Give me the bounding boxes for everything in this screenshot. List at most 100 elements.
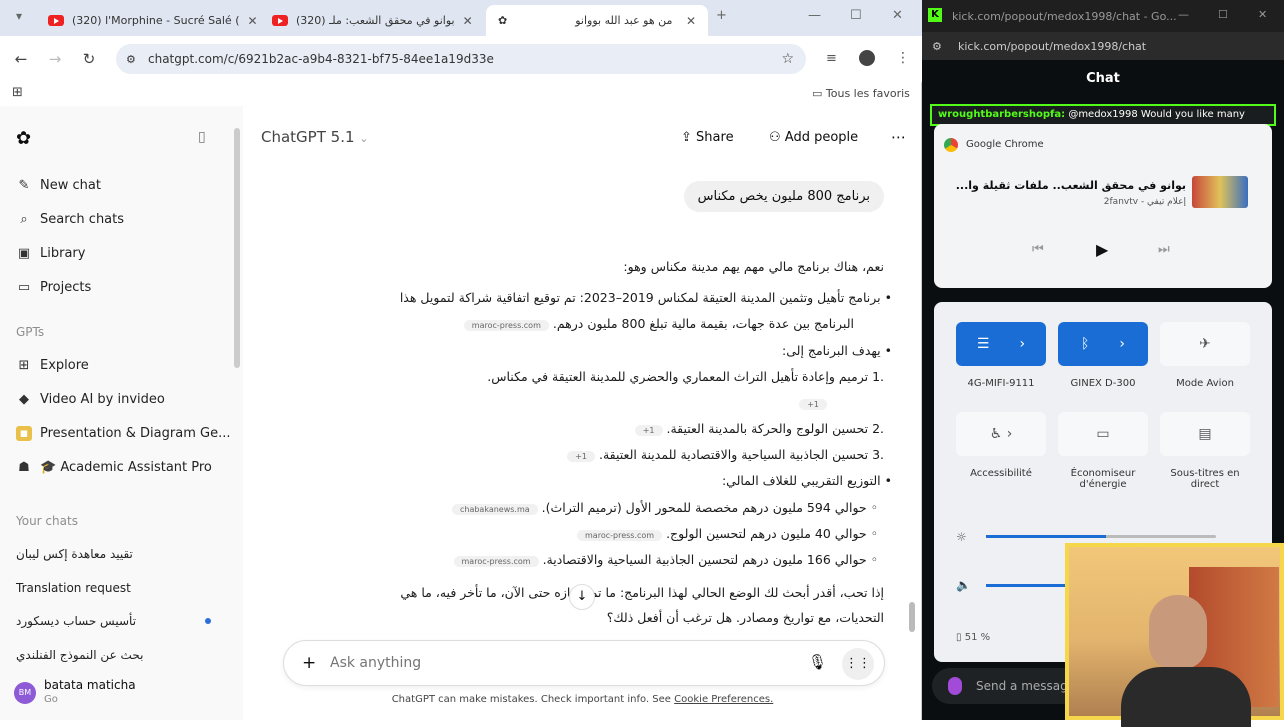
webcam-overlay — [1065, 543, 1284, 727]
source-chip[interactable]: +1 — [567, 451, 596, 462]
edit-icon: ✎ — [18, 178, 30, 193]
menu-icon[interactable]: ⋮ — [896, 50, 910, 66]
volume-fill — [986, 584, 1067, 587]
tab-youtube-morphine[interactable]: (320) l'Morphine - Sucré Salé ( ✕ — [36, 5, 256, 36]
site-info-icon[interactable]: ⚙ — [126, 53, 136, 66]
next-track-icon[interactable]: ⏭ — [1158, 242, 1170, 257]
chevron-right-icon[interactable]: › — [1119, 336, 1125, 352]
close-window-icon[interactable]: ✕ — [1258, 8, 1267, 21]
battery-status[interactable]: ▯ 51 % — [956, 632, 990, 643]
url-text: chatgpt.com/c/6921b2ac-a9b4-8321-bf75-84… — [148, 52, 494, 66]
tab-label: من هو عبد الله بووانو — [575, 14, 673, 27]
youtube-icon — [48, 15, 64, 26]
chat-item[interactable]: Translation request — [16, 581, 131, 595]
accessibility-icon: ♿ › — [989, 426, 1013, 442]
answer-text: برنامج تأهيل وتثمين المدينة العتيقة لمكن… — [399, 290, 881, 305]
tab-youtube-bouanou[interactable]: (320) بوانو في محقق الشعب: ملـ ✕ — [260, 5, 480, 36]
address-bar[interactable]: ⚙ chatgpt.com/c/6921b2ac-a9b4-8321-bf75-… — [116, 44, 806, 74]
sidebar-toggle-icon[interactable]: ▯ — [198, 129, 206, 145]
airplane-mode-button[interactable]: ✈ — [1160, 322, 1250, 366]
send-message-input[interactable]: Send a message — [932, 668, 1082, 704]
all-bookmarks[interactable]: ▭ Tous les favoris — [812, 87, 910, 100]
chatgpt-logo[interactable]: ✿ — [16, 128, 31, 149]
apps-grid-icon[interactable]: ⊞ — [12, 85, 23, 100]
model-selector[interactable]: ChatGPT 5.1 ⌄ — [261, 128, 369, 146]
sidebar-item-library[interactable]: ▣ Library — [16, 246, 86, 261]
tab-search-icon[interactable]: ▾ — [16, 9, 22, 23]
minimize-icon[interactable]: — — [1178, 8, 1189, 21]
more-options-icon[interactable]: ⋯ — [891, 128, 906, 146]
webcam-body — [1121, 667, 1251, 727]
close-window-icon[interactable]: ✕ — [892, 8, 903, 23]
microphone-icon[interactable]: 🎙 — [808, 653, 827, 671]
sidebar-item-label: Video AI by invideo — [40, 392, 165, 407]
pinned-username[interactable]: wroughtbarbershopfa: — [938, 109, 1065, 120]
bookmark-star-icon[interactable]: ☆ — [781, 51, 794, 67]
model-name: ChatGPT 5.1 — [261, 128, 355, 146]
close-icon[interactable]: ✕ — [686, 14, 696, 28]
user-profile[interactable]: BM batata maticha Go — [14, 678, 234, 710]
sidebar-item-video-ai[interactable]: ◆ Video AI by invideo — [16, 392, 165, 407]
reload-icon[interactable]: ↻ — [72, 50, 106, 68]
tab-chatgpt[interactable]: ✿ من هو عبد الله بووانو ✕ — [486, 5, 708, 36]
site-info-icon[interactable]: ⚙ — [932, 40, 942, 53]
voice-mode-button[interactable]: ⋮⋮ — [842, 648, 874, 680]
accessibility-button[interactable]: ♿ › — [956, 412, 1046, 456]
scroll-down-button[interactable]: ↓ — [569, 584, 595, 610]
bookmarks-bar: ⊞ ▭ Tous les favoris — [0, 82, 922, 106]
bluetooth-button[interactable]: ᛒ › — [1058, 322, 1148, 366]
emoji-icon[interactable] — [948, 677, 962, 695]
source-chip[interactable]: +1 — [799, 399, 827, 410]
share-button[interactable]: ⇪ Share — [681, 130, 734, 145]
volume-icon: 🔈 — [956, 578, 971, 592]
media-flyout: Google Chrome بوانو في محقق الشعب.. ملفا… — [934, 124, 1272, 288]
battery-saver-button[interactable]: ▭ — [1058, 412, 1148, 456]
cookie-preferences-link[interactable]: Cookie Preferences. — [674, 694, 773, 705]
live-captions-button[interactable]: ▤ — [1160, 412, 1250, 456]
chat-heading: Chat — [922, 60, 1284, 100]
answer-bullet-3: • التوزيع التقريبي للغلاف المالي: — [721, 473, 892, 488]
new-tab-icon[interactable]: + — [716, 8, 727, 23]
answer-sub-2: ◦ حوالي 40 مليون درهم لتحسين الولوج. mar… — [577, 526, 878, 541]
sidebar-item-projects[interactable]: ▭ Projects — [16, 280, 91, 295]
sidebar-item-search[interactable]: ⌕ Search chats — [16, 212, 124, 227]
close-icon[interactable]: ✕ — [248, 14, 257, 28]
sidebar-item-academic[interactable]: ☗ 🎓 Academic Assistant Pro — [16, 460, 212, 475]
sidebar-scrollbar[interactable] — [234, 128, 240, 368]
chat-item[interactable]: تقييد معاهدة إكس ليبان — [16, 547, 133, 561]
popout-address[interactable]: ⚙ kick.com/popout/medox1998/chat — [922, 32, 1284, 60]
sidebar-item-presentation[interactable]: ▪ Presentation & Diagram Ge... — [16, 426, 230, 441]
sidebar-item-label: New chat — [40, 178, 101, 193]
sidebar-item-explore[interactable]: ⊞ Explore — [16, 358, 89, 373]
source-chip[interactable]: maroc-press.com — [577, 530, 663, 541]
plus-icon[interactable]: + — [302, 653, 316, 673]
forward-icon[interactable]: → — [38, 50, 72, 68]
close-icon[interactable]: ✕ — [463, 14, 473, 28]
back-icon[interactable]: ← — [4, 50, 38, 68]
minimize-icon[interactable]: — — [808, 8, 821, 23]
chevron-right-icon[interactable]: › — [1019, 336, 1025, 352]
sidebar-item-label: Search chats — [40, 212, 125, 227]
chat-item[interactable]: تأسيس حساب ديسكورد — [16, 614, 136, 628]
play-icon[interactable]: ▶ — [1096, 240, 1108, 259]
profile-avatar[interactable] — [859, 50, 875, 66]
add-people-button[interactable]: ⚇ Add people — [769, 130, 858, 145]
prompt-input[interactable] — [330, 651, 760, 675]
captions-icon: ▤ — [1198, 426, 1212, 442]
brightness-slider[interactable] — [986, 535, 1216, 538]
extensions-icon[interactable]: ≡ — [826, 51, 837, 66]
source-chip[interactable]: chabakanews.ma — [451, 504, 538, 515]
chat-scrollbar[interactable] — [909, 602, 915, 632]
source-chip[interactable]: maroc-press.com — [463, 320, 549, 331]
wifi-button[interactable]: ☰ › — [956, 322, 1046, 366]
previous-track-icon[interactable]: ⏮ — [1032, 242, 1044, 257]
maximize-icon[interactable]: ☐ — [1218, 8, 1228, 21]
battery-icon: ▯ — [956, 632, 962, 643]
brightness-fill — [986, 535, 1106, 538]
source-chip[interactable]: maroc-press.com — [453, 556, 539, 567]
chat-item[interactable]: بحث عن النموذج الفنلندي — [16, 648, 143, 662]
sidebar-item-new-chat[interactable]: ✎ New chat — [16, 178, 101, 193]
answer-sub-1: ◦ حوالي 594 مليون درهم مخصصة للمحور الأو… — [451, 500, 878, 515]
source-chip[interactable]: +1 — [634, 425, 663, 436]
maximize-icon[interactable]: ☐ — [850, 8, 862, 23]
